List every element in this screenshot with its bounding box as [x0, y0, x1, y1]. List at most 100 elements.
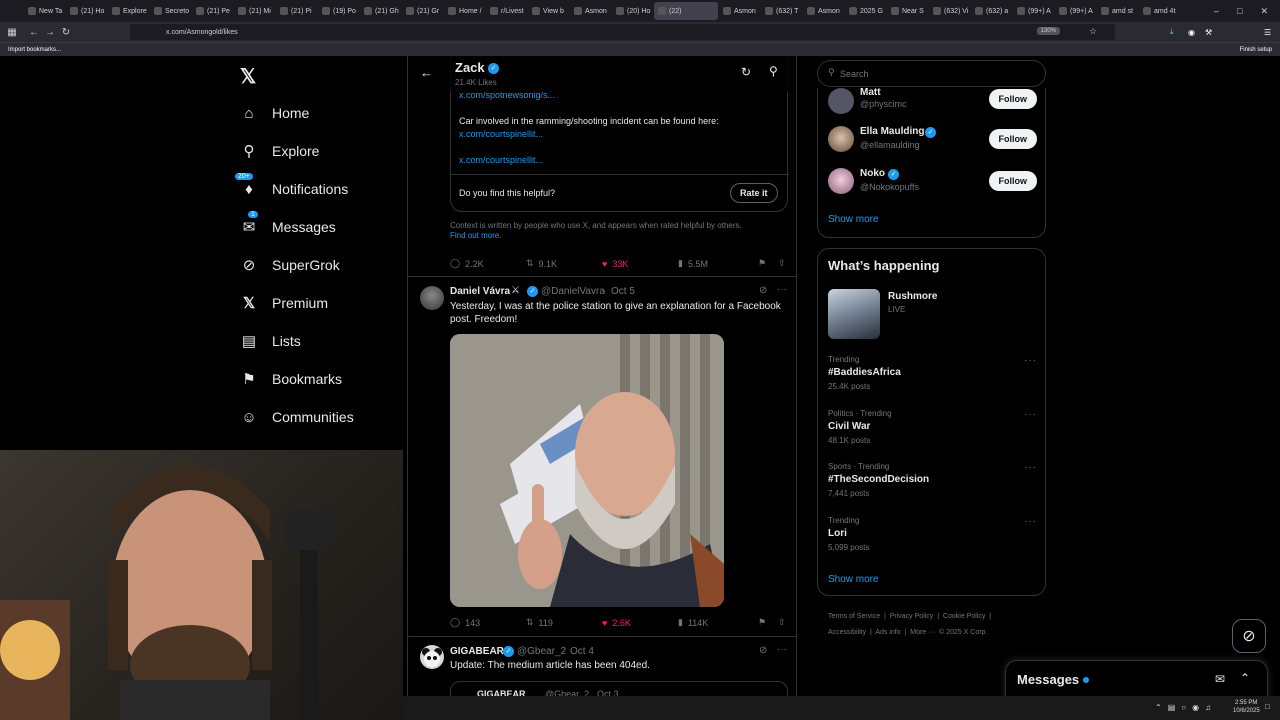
sidebar-item-lists[interactable]: ▤ Lists — [240, 332, 301, 350]
search-icon[interactable]: ⚲ — [769, 64, 778, 78]
browser-tab[interactable]: (19) Po — [318, 2, 359, 20]
follow-suggestion[interactable]: Ella Maulding ✓ @ellamaulding Follow — [818, 126, 1046, 166]
bookmark-icon[interactable]: ⚑ — [758, 258, 778, 269]
views-button[interactable]: ▮ 114K — [678, 617, 758, 628]
browser-tab[interactable]: amd st — [1097, 2, 1138, 20]
footer-link[interactable]: Ads info — [875, 629, 900, 636]
avatar[interactable] — [420, 645, 444, 669]
footer-link[interactable]: More ··· — [910, 629, 935, 636]
sidebar-item-notifications[interactable]: ♦ 20+ Notifications — [235, 173, 348, 198]
browser-tab[interactable]: (632) Vi — [929, 2, 970, 20]
browser-tab[interactable]: Asmon — [803, 2, 844, 20]
browser-tab[interactable]: (20) Ho — [612, 2, 653, 20]
account-icon[interactable]: ◉ — [1188, 28, 1195, 37]
find-out-more-link[interactable]: Find out more. — [450, 231, 502, 240]
browser-tab[interactable]: (21) Gh — [360, 2, 401, 20]
reload-icon[interactable]: ↻ — [58, 27, 74, 38]
browser-tab[interactable]: 2025 G — [845, 2, 886, 20]
browser-tab[interactable]: Near S — [887, 2, 928, 20]
tweet[interactable]: Daniel Vávra ⚔ ✓ @DanielVavra · Oct 5 ⊘ … — [408, 277, 796, 637]
browser-tab[interactable]: (21) Gr — [402, 2, 443, 20]
sidebar-item-communities[interactable]: ☺ Communities — [240, 408, 353, 426]
follow-button[interactable]: Follow — [988, 171, 1037, 191]
menu-icon[interactable]: ☰ — [1264, 28, 1271, 37]
browser-tab[interactable]: (21) Pi — [276, 2, 317, 20]
browser-tab[interactable]: View b — [528, 2, 569, 20]
follow-button[interactable]: Follow — [988, 129, 1037, 149]
sidebar-item-bookmarks[interactable]: ⚑ Bookmarks — [240, 370, 342, 388]
browser-tab[interactable]: New Ta — [24, 2, 65, 20]
url-bar[interactable]: x.com/Asmongold/likes 130% ☆ — [130, 24, 1115, 40]
footer-link[interactable]: Privacy Policy — [890, 613, 934, 620]
extensions-icon[interactable]: ⚒ — [1205, 28, 1212, 37]
trend-item[interactable]: Sports · Trending #TheSecondDecision 7,441… — [818, 460, 1047, 508]
trend-item[interactable]: Trending Lori 5,099 posts ··· — [818, 514, 1047, 562]
collapse-icon[interactable]: ⌃ — [1240, 671, 1250, 685]
views-button[interactable]: ▮ 5.5M — [678, 258, 758, 269]
browser-tab[interactable]: (22) — [654, 2, 718, 20]
refresh-icon[interactable]: ↻ — [741, 65, 751, 79]
grok-icon[interactable]: ⊘ — [759, 285, 767, 296]
browser-tab[interactable]: Home / — [444, 2, 485, 20]
trend-item[interactable]: Trending #BaddiesAfrica 25.4K posts ··· — [818, 353, 1047, 401]
live-event[interactable]: Rushmore LIVE — [818, 287, 1047, 343]
sidebar-toggle-icon[interactable]: ▦ — [4, 27, 20, 38]
avatar[interactable] — [420, 286, 444, 310]
browser-tab[interactable]: Explore — [108, 2, 149, 20]
follow-suggestion[interactable]: Noko ✓ @Nokokopuffs Follow — [818, 168, 1046, 208]
more-icon[interactable]: ··· — [1024, 409, 1037, 420]
browser-tab[interactable]: (21) Mi — [234, 2, 275, 20]
reply-button[interactable]: ◯ 2.2K — [450, 258, 526, 269]
browser-tab[interactable]: Asmon — [570, 2, 611, 20]
sidebar-item-premium[interactable]: 𝕏 Premium — [240, 294, 328, 312]
browser-tab[interactable]: Asmon — [719, 2, 760, 20]
tweet-handle[interactable]: @Gbear_2 — [517, 646, 566, 657]
import-bookmarks[interactable]: Import bookmarks... — [8, 47, 61, 53]
repost-button[interactable]: ⇅ 119 — [526, 617, 602, 628]
notification-icon[interactable]: □ — [1265, 702, 1270, 711]
maximize-icon[interactable]: □ — [1237, 6, 1242, 17]
star-icon[interactable]: ☆ — [1089, 26, 1097, 37]
close-icon[interactable]: ✕ — [1260, 6, 1268, 17]
share-icon[interactable]: ⇧ — [778, 617, 786, 628]
browser-tab[interactable]: (99+) A — [1013, 2, 1054, 20]
like-button[interactable]: ♥ 33K — [602, 258, 678, 269]
sidebar-item-messages[interactable]: ✉ 1 Messages — [240, 211, 336, 236]
browser-tab[interactable]: Secreto — [150, 2, 191, 20]
messages-drawer[interactable]: Messages ✉ ⌃ — [1005, 660, 1268, 700]
grok-fab[interactable]: ⊘ — [1232, 619, 1266, 653]
search-box[interactable]: ⚲ Search — [817, 60, 1046, 87]
note-link[interactable]: x.com/courtspinellit... — [459, 155, 543, 165]
browser-tab[interactable]: (21) Pe — [192, 2, 233, 20]
footer-link[interactable]: Accessibility — [828, 629, 866, 636]
back-arrow-icon[interactable]: ← — [420, 65, 433, 80]
grok-icon[interactable]: ⊘ — [759, 645, 767, 656]
follow-button[interactable]: Follow — [988, 89, 1037, 109]
share-icon[interactable]: ⇧ — [778, 258, 786, 269]
more-icon[interactable]: ··· — [1024, 462, 1037, 473]
more-icon[interactable]: ··· — [777, 284, 787, 295]
minimize-icon[interactable]: – — [1214, 6, 1219, 17]
sidebar-item-supergrok[interactable]: ⊘ SuperGrok — [240, 256, 340, 274]
footer-link[interactable]: Cookie Policy — [943, 613, 985, 620]
x-logo-icon[interactable]: 𝕏 — [240, 64, 256, 89]
reply-button[interactable]: ◯ 143 — [450, 617, 526, 628]
browser-tab[interactable]: (21) Ho — [66, 2, 107, 20]
new-message-icon[interactable]: ✉ — [1215, 672, 1225, 686]
bookmark-icon[interactable]: ⚑ — [758, 617, 778, 628]
browser-tab[interactable]: (632) a — [971, 2, 1012, 20]
more-icon[interactable]: ··· — [777, 644, 787, 655]
sidebar-item-explore[interactable]: ⚲ Explore — [240, 142, 320, 160]
more-icon[interactable]: ··· — [1024, 355, 1037, 366]
trend-item[interactable]: Politics · Trending Civil War 48.1K posts ·… — [818, 407, 1047, 455]
forward-icon[interactable]: → — [42, 27, 58, 38]
tweet-author[interactable]: Daniel Vávra — [450, 286, 510, 297]
tweet-photo[interactable] — [450, 334, 724, 607]
tweet-author[interactable]: GIGABEAR — [450, 646, 504, 657]
browser-tab[interactable]: (99+) A — [1055, 2, 1096, 20]
show-more-link[interactable]: Show more — [828, 214, 879, 225]
note-link[interactable]: x.com/courtspinellit... — [459, 129, 543, 139]
tweet-handle[interactable]: @DanielVavra — [541, 286, 605, 297]
download-icon[interactable]: ⤓ — [1170, 27, 1174, 37]
browser-tab[interactable]: (632) T — [761, 2, 802, 20]
